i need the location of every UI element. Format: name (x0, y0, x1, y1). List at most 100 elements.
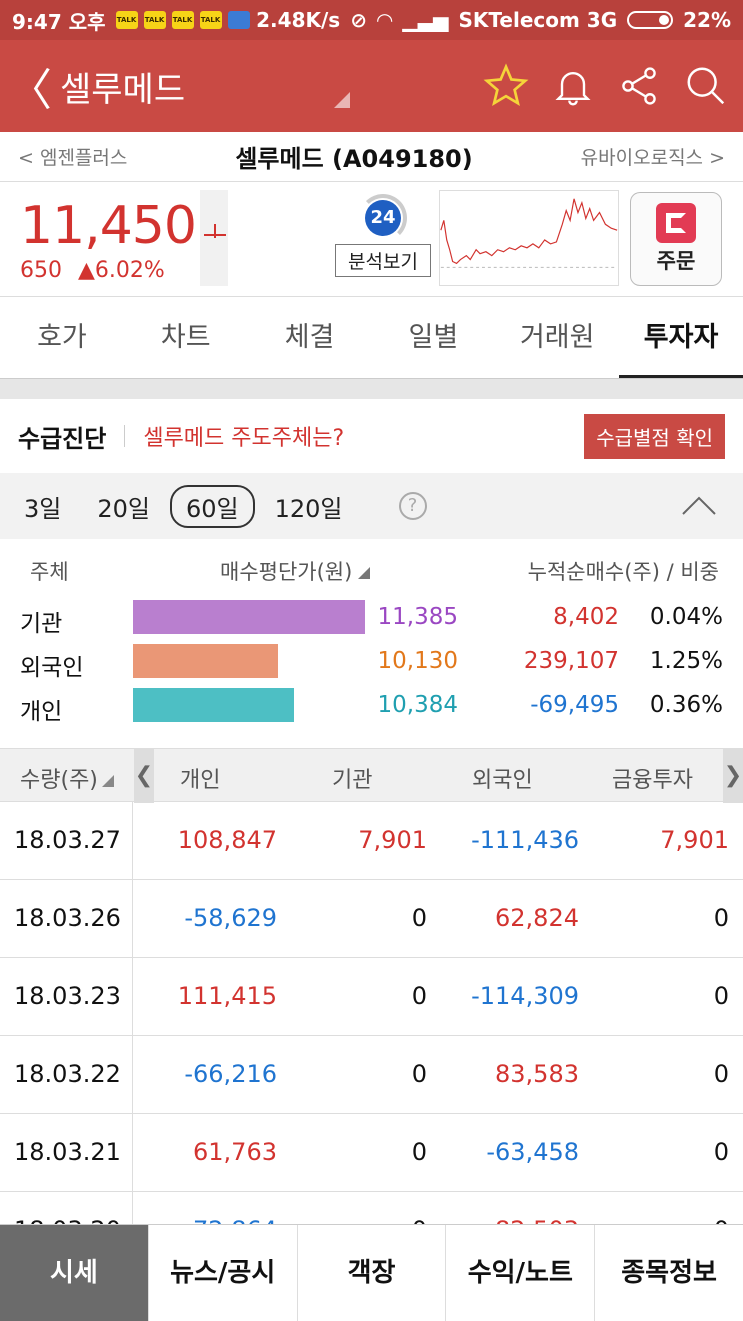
institution-value: 0 (411, 1060, 427, 1088)
foreign-value: -63,458 (486, 1138, 579, 1166)
table-row[interactable]: 18.03.26 -58,629 0 62,824 0 (0, 880, 743, 958)
avg-price-header[interactable]: 매수평단가(원) (220, 556, 371, 586)
stock-name: 셀루메드 (A049180) (235, 145, 473, 173)
mute-icon: ⊘ (350, 8, 367, 32)
price-range-bar (200, 190, 228, 286)
table-row[interactable]: 18.03.21 61,763 0 -63,458 0 (0, 1114, 743, 1192)
app-bar: 〈 셀루메드 (0, 40, 743, 132)
prev-stock-link[interactable]: < 엠젠플러스 (18, 143, 127, 170)
analysis-button[interactable]: 분석보기 (335, 244, 431, 277)
individual-value: 61,763 (193, 1138, 277, 1166)
financial-value: 0 (713, 1138, 729, 1166)
battery-level: 22% (683, 8, 731, 32)
row-date: 18.03.23 (14, 982, 121, 1010)
subject-label: 개인 (20, 699, 63, 725)
institution-value: 0 (411, 904, 427, 932)
col-financial: 금융투자 (612, 768, 693, 793)
row-date: 18.03.22 (14, 1060, 121, 1088)
back-button[interactable]: 〈 (0, 54, 60, 118)
avg-price-bar (133, 600, 365, 634)
star-icon[interactable] (483, 63, 529, 109)
financial-value: 0 (713, 904, 729, 932)
kakaotalk-icon: TALK (199, 11, 222, 29)
cumulative-value: 8,402 (553, 604, 619, 630)
next-stock-link[interactable]: 유바이오로직스 > (581, 143, 725, 170)
share-icon[interactable] (617, 63, 661, 109)
individual-value: 108,847 (177, 826, 277, 854)
supply-rating-button[interactable]: 수급별점 확인 (584, 413, 725, 459)
collapse-chevron-icon[interactable] (679, 494, 719, 518)
table-row[interactable]: 18.03.20 -72,864 0 82,503 0 (0, 1192, 743, 1224)
foreign-value: 83,583 (495, 1060, 579, 1088)
change-amount: 650 (20, 258, 62, 283)
nav-profit-note[interactable]: 수익/노트 (445, 1225, 594, 1321)
current-price: 11,450 (20, 196, 197, 256)
col-institution: 기관 (332, 768, 373, 793)
table-row[interactable]: 18.03.22 -66,216 0 83,583 0 (0, 1036, 743, 1114)
row-date: 18.03.26 (14, 904, 121, 932)
scroll-left-icon[interactable]: ❮ (134, 749, 154, 803)
period-120d[interactable]: 120일 (275, 489, 343, 524)
sort-icon (358, 567, 371, 579)
investor-table-body[interactable]: 18.03.27 108,847 7,901 -111,436 7,901 18.03.2… (0, 802, 743, 1224)
tab-trades[interactable]: 체결 (248, 297, 372, 378)
financial-value: 0 (713, 1060, 729, 1088)
nav-quote[interactable]: 시세 (0, 1225, 148, 1321)
status-right: 2.48K/s ⊘ ◠ ▁▃▅ SKTelecom 3G 22% (256, 8, 731, 32)
nav-stock-info[interactable]: 종목정보 (594, 1225, 743, 1321)
carrier: SKTelecom 3G (458, 8, 618, 32)
price-panel: 11,450 650 ▲6.02% 24 분석보기 주문 (0, 182, 743, 297)
status-bar: 9:47 오후 TALK TALK TALK TALK 2.48K/s ⊘ ◠ … (0, 0, 743, 40)
bell-icon[interactable] (551, 63, 595, 109)
foreign-value: -111,436 (471, 826, 579, 854)
analysis-widget[interactable]: 24 분석보기 (335, 194, 431, 277)
ratio-value: 1.25% (649, 648, 723, 674)
tab-orderbook[interactable]: 호가 (0, 297, 124, 378)
nav-lounge[interactable]: 객장 (296, 1225, 446, 1321)
avg-price-value: 11,385 (377, 604, 458, 630)
table-row[interactable]: 18.03.23 111,415 0 -114,309 0 (0, 958, 743, 1036)
search-icon[interactable] (683, 63, 729, 109)
wifi-icon: ◠ (376, 8, 393, 32)
period-20d[interactable]: 20일 (97, 489, 150, 524)
tab-chart[interactable]: 차트 (124, 297, 248, 378)
qty-unit-selector[interactable]: 수량(주) (20, 762, 114, 794)
individual-value: -72,864 (184, 1216, 277, 1224)
row-date: 18.03.27 (14, 826, 121, 854)
summary-row: 개인 10,384 -69,495 0.36% (0, 684, 743, 728)
supply-diagnosis-header: 수급진단 셀루메드 주도주체는? 수급별점 확인 (0, 399, 743, 473)
cumulative-value: -69,495 (530, 692, 619, 718)
signal-icon: ▁▃▅ (402, 8, 449, 32)
section-divider (0, 379, 743, 399)
diagnosis-question: 셀루메드 주도주체는? (143, 426, 345, 451)
period-60d[interactable]: 60일 (169, 484, 255, 528)
kakaotalk-icon: TALK (171, 11, 194, 29)
period-3d[interactable]: 3일 (24, 489, 61, 524)
tab-investors[interactable]: 투자자 (619, 297, 743, 378)
tab-daily[interactable]: 일별 (371, 297, 495, 378)
status-time: 9:47 오후 (12, 9, 106, 34)
net-speed: 2.48K/s (256, 8, 341, 32)
avg-price-bar (133, 688, 294, 722)
order-button[interactable]: 주문 (630, 192, 722, 286)
stock-navigator: < 엠젠플러스 셀루메드 (A049180) 유바이오로직스 > (0, 132, 743, 182)
individual-value: -58,629 (184, 904, 277, 932)
intraday-sparkline[interactable] (439, 190, 619, 286)
avg-price-value: 10,130 (377, 648, 458, 674)
table-row[interactable]: 18.03.27 108,847 7,901 -111,436 7,901 (0, 802, 743, 880)
page-title[interactable]: 셀루메드 (60, 62, 185, 111)
order-c-icon (656, 203, 696, 243)
help-icon[interactable]: ? (398, 492, 427, 520)
dropdown-corner-icon (334, 92, 350, 108)
nav-news[interactable]: 뉴스/공시 (147, 1225, 297, 1321)
period-selector: 3일 20일 60일 120일 ? (0, 473, 743, 539)
col-foreign: 외국인 (472, 768, 533, 793)
foreign-value: -114,309 (471, 982, 579, 1010)
kakaotalk-icon: TALK (143, 11, 166, 29)
bottom-navigation: 시세 뉴스/공시 객장 수익/노트 종목정보 (0, 1224, 743, 1321)
individual-value: 111,415 (177, 982, 277, 1010)
battery-icon (627, 11, 674, 29)
tab-brokers[interactable]: 거래원 (495, 297, 619, 378)
ratio-value: 0.04% (649, 604, 723, 630)
scroll-right-icon[interactable]: ❯ (723, 749, 743, 803)
